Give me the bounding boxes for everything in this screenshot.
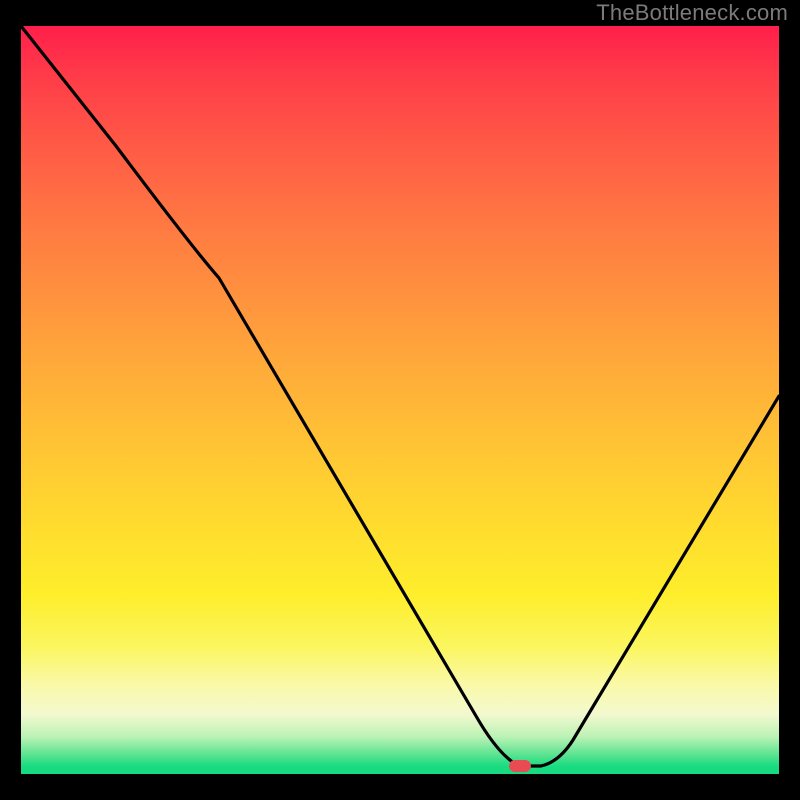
plot-area bbox=[21, 26, 779, 774]
chart-frame: TheBottleneck.com bbox=[0, 0, 800, 800]
optimal-marker bbox=[509, 760, 531, 772]
curve-path bbox=[21, 26, 779, 766]
bottleneck-curve bbox=[21, 26, 779, 774]
watermark-text: TheBottleneck.com bbox=[596, 0, 788, 26]
